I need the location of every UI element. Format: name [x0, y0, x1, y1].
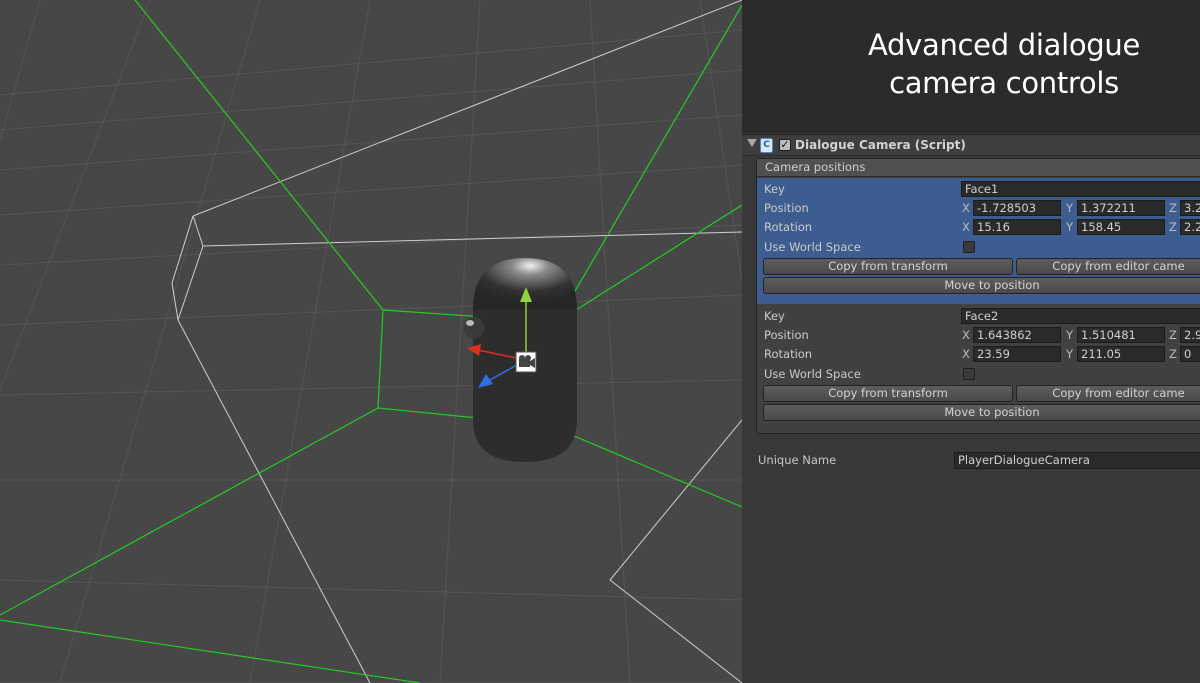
unique-name-field[interactable]: PlayerDialogueCamera [954, 452, 1200, 469]
z-axis-label: Z [1169, 201, 1177, 215]
component-enabled-checkbox[interactable]: ✓ [779, 139, 791, 151]
rotation-label: Rotation [764, 347, 813, 361]
camera-positions-header[interactable]: Camera positions [757, 159, 1200, 177]
foldout-arrow-icon[interactable] [747, 139, 757, 147]
camera-positions-label: Camera positions [765, 160, 866, 174]
headline-line-1: Advanced dialogue [867, 28, 1141, 62]
x-axis-label: X [962, 347, 970, 361]
copy-from-editor-camera-button[interactable]: Copy from editor came [1016, 385, 1200, 402]
key-field[interactable]: Face2 [961, 308, 1200, 324]
use-world-space-checkbox[interactable] [963, 368, 975, 380]
position-x-field[interactable]: 1.643862 [973, 327, 1061, 343]
rotation-y-field[interactable]: 158.45 [1077, 219, 1165, 235]
rotation-y-field[interactable]: 211.05 [1077, 346, 1165, 362]
key-field[interactable]: Face1 [961, 181, 1200, 197]
script-icon: C [760, 138, 773, 153]
component-header[interactable]: C ✓ Dialogue Camera (Script) [742, 134, 1200, 156]
z-axis-label: Z [1169, 220, 1177, 234]
position-z-field[interactable]: 2.9 [1180, 327, 1200, 343]
copy-from-editor-camera-button[interactable]: Copy from editor came [1016, 258, 1200, 275]
rotation-x-field[interactable]: 15.16 [973, 219, 1061, 235]
camera-position-entry[interactable]: Key Face2 Position X 1.643862 Y 1.510481… [757, 305, 1200, 431]
copy-from-transform-button[interactable]: Copy from transform [763, 258, 1013, 275]
y-axis-label: Y [1066, 328, 1074, 342]
rotation-z-field[interactable]: 2.2 [1180, 219, 1200, 235]
x-axis-label: X [962, 220, 970, 234]
rotation-z-field[interactable]: 0 [1180, 346, 1200, 362]
rotation-x-field[interactable]: 23.59 [973, 346, 1061, 362]
use-world-space-label: Use World Space [764, 240, 861, 254]
position-x-field[interactable]: -1.728503 [973, 200, 1061, 216]
use-world-space-label: Use World Space [764, 367, 861, 381]
key-label: Key [764, 309, 785, 323]
promo-headline: Advanced dialogue camera controls [742, 0, 1200, 133]
component-title: Dialogue Camera (Script) [795, 138, 966, 152]
camera-frustum [0, 0, 742, 683]
position-y-field[interactable]: 1.510481 [1077, 327, 1165, 343]
move-to-position-button[interactable]: Move to position [763, 277, 1200, 294]
position-label: Position [764, 328, 809, 342]
inspector-panel: Advanced dialogue camera controls C ✓ Di… [742, 0, 1200, 683]
camera-positions-list: Camera positions Key Face1 Position X -1… [756, 158, 1200, 434]
x-axis-label: X [962, 328, 970, 342]
copy-from-transform-button[interactable]: Copy from transform [763, 385, 1013, 402]
unique-name-label: Unique Name [758, 453, 837, 467]
move-to-position-button[interactable]: Move to position [763, 404, 1200, 421]
camera-wireframe [171, 0, 742, 683]
scene-view[interactable] [0, 0, 742, 683]
y-axis-label: Y [1066, 220, 1074, 234]
camera-position-entry[interactable]: Key Face1 Position X -1.728503 Y 1.37221… [757, 178, 1200, 304]
position-label: Position [764, 201, 809, 215]
z-axis-label: Z [1169, 347, 1177, 361]
grid [0, 0, 742, 683]
position-z-field[interactable]: 3.2 [1180, 200, 1200, 216]
rotation-label: Rotation [764, 220, 813, 234]
z-axis-label: Z [1169, 328, 1177, 342]
position-y-field[interactable]: 1.372211 [1077, 200, 1165, 216]
y-axis-label: Y [1066, 347, 1074, 361]
y-axis-label: Y [1066, 201, 1074, 215]
scene-canvas[interactable] [0, 0, 742, 683]
use-world-space-checkbox[interactable] [963, 241, 975, 253]
x-axis-label: X [962, 201, 970, 215]
key-label: Key [764, 182, 785, 196]
headline-line-2: camera controls [889, 66, 1119, 100]
